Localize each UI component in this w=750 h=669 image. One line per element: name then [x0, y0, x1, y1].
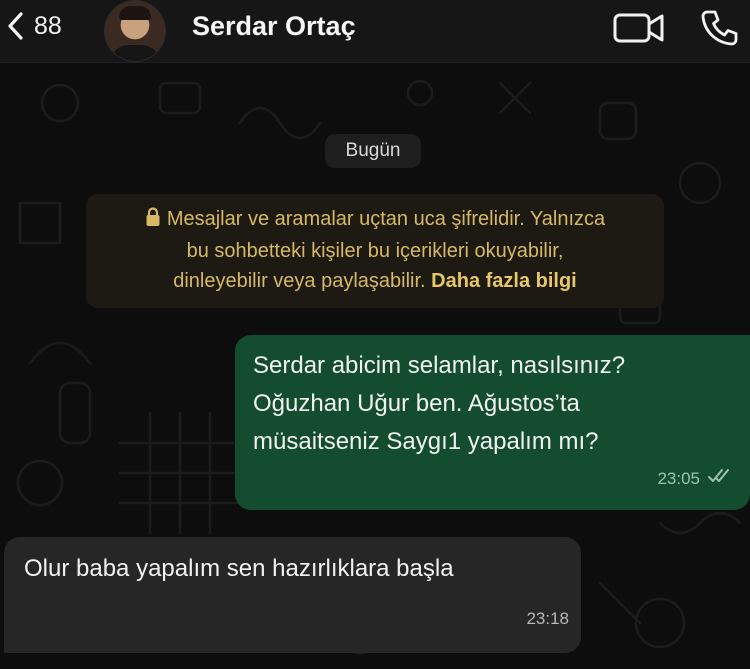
encryption-text-line-1: Mesajlar ve aramalar uçtan uca şifrelidi…	[166, 208, 606, 230]
lock-icon	[145, 206, 161, 236]
encryption-text-line-3: dinleyebilir veya paylaşabilir.	[173, 270, 426, 292]
message-time: 23:18	[526, 609, 569, 628]
back-chevron-icon	[6, 11, 26, 41]
message-text-line: Oğuzhan Uğur ben. Ağustos’ta	[253, 390, 580, 417]
voice-call-button[interactable]	[699, 8, 739, 53]
contact-avatar[interactable]	[104, 0, 166, 62]
phone-call-icon	[699, 10, 739, 52]
message-meta: 23:05	[657, 460, 734, 498]
message-text: Olur baba yapalım sen hazırlıklara başla	[24, 555, 454, 582]
chat-area[interactable]: Bugün Mesajlar ve aramalar uçtan uca şif…	[0, 63, 750, 669]
double-check-icon	[700, 460, 734, 498]
back-button[interactable]: 88	[6, 9, 62, 43]
message-text-line: müsaitseniz Saygı1 yapalım mı?	[253, 428, 599, 455]
message-text-line: Serdar abicim selamlar, nasılsınız?	[253, 352, 626, 379]
contact-name[interactable]: Serdar Ortaç	[192, 11, 356, 42]
encryption-text-line-2: bu sohbetteki kişiler bu içerikleri okuy…	[186, 240, 564, 262]
outgoing-message[interactable]: Serdar abicim selamlar, nasılsınız? Oğuz…	[235, 335, 750, 510]
encryption-notice[interactable]: Mesajlar ve aramalar uçtan uca şifrelidi…	[86, 194, 664, 308]
date-divider: Bugün	[325, 134, 421, 168]
message-time: 23:05	[657, 469, 700, 488]
incoming-message[interactable]: Olur baba yapalım sen hazırlıklara başla…	[4, 537, 581, 653]
video-call-button[interactable]	[612, 10, 666, 51]
unread-count: 88	[34, 11, 62, 40]
chat-header: 88 Serdar Ortaç	[0, 0, 750, 63]
more-info-link[interactable]: Daha fazla bilgi	[431, 270, 577, 292]
video-call-icon	[612, 13, 666, 50]
